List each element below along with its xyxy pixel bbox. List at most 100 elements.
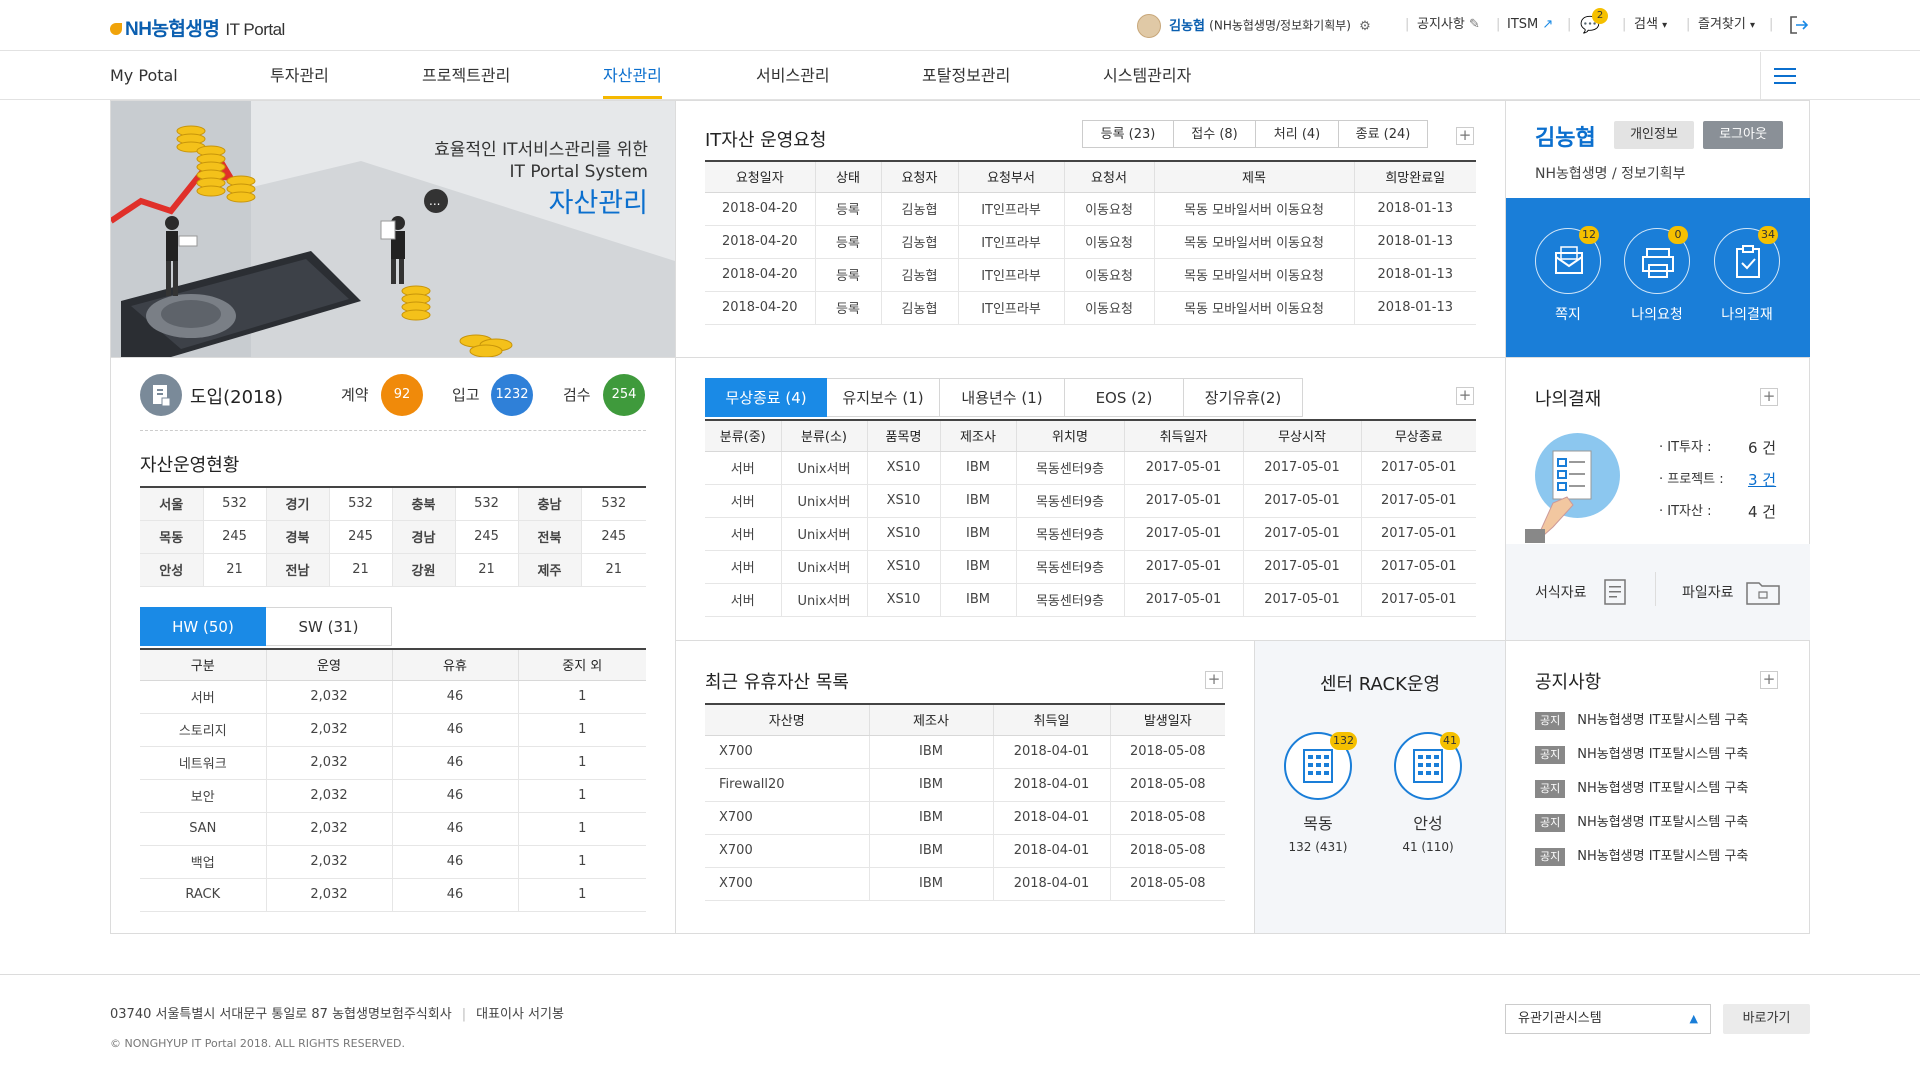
nav-project[interactable]: 프로젝트관리: [422, 52, 510, 100]
go-button[interactable]: 바로가기: [1723, 1004, 1810, 1034]
tab-eos[interactable]: EOS (2): [1065, 378, 1184, 417]
table-row[interactable]: X700 IBM 2018-04-01 2018-05-08: [705, 834, 1225, 868]
column-header: 제조사: [868, 704, 993, 736]
notice-link[interactable]: 공지사항 ✎: [1417, 14, 1480, 36]
column-header: 요청자: [880, 161, 958, 193]
file-docs-link[interactable]: 파일자료: [1682, 582, 1734, 602]
rack-anseong[interactable]: 41 안성 41 (110): [1394, 732, 1462, 854]
table-row[interactable]: 2018-04-20 등록 김농협 IT인프라부 이동요청 목동 모바일서버 이동요청 20…: [705, 225, 1476, 259]
table-row[interactable]: X700 IBM 2018-04-01 2018-05-08: [705, 735, 1225, 769]
tab-useful-life[interactable]: 내용년수 (1): [940, 378, 1065, 417]
notice-tag: 공지: [1535, 746, 1566, 764]
region-label: 충북: [391, 487, 455, 521]
shortcut-memo[interactable]: 12 쪽지: [1535, 226, 1605, 324]
table-cell: 김농협: [880, 192, 958, 226]
region-label: 전북: [517, 520, 581, 554]
file-docs-label: 파일자료: [1682, 585, 1734, 601]
rack-mokdong[interactable]: 132 목동 132 (431): [1284, 732, 1357, 854]
table-row[interactable]: 서버 Unix서버 XS10 IBM 목동센터9층 2017-05-01 2017-05-0…: [705, 550, 1476, 584]
message-button[interactable]: 💬 2: [1580, 8, 1608, 36]
stat-inspection[interactable]: 254: [603, 374, 645, 416]
tab-hw[interactable]: HW (50): [140, 607, 266, 646]
nav-portal-info[interactable]: 포탈정보관리: [922, 52, 1010, 100]
more-button[interactable]: +: [1456, 387, 1474, 405]
more-button[interactable]: +: [1205, 671, 1223, 689]
more-button[interactable]: +: [1760, 388, 1778, 406]
more-button[interactable]: +: [1456, 127, 1474, 145]
table-row[interactable]: SAN 2,032 46 1: [140, 812, 646, 846]
form-doc-icon[interactable]: [1601, 577, 1629, 611]
logout-button[interactable]: 로그아웃: [1703, 121, 1783, 149]
notice-item[interactable]: 공지 NH농협생명 IT포탈시스템 구축: [1535, 840, 1748, 874]
avatar: [1137, 14, 1161, 38]
tab-sw[interactable]: SW (31): [266, 607, 392, 646]
table-cell: IBM: [939, 484, 1016, 518]
table-row[interactable]: 서버 Unix서버 XS10 IBM 목동센터9층 2017-05-01 2017-05-0…: [705, 484, 1476, 518]
tab-long-idle[interactable]: 장기유휴(2): [1184, 378, 1303, 417]
nav-investment[interactable]: 투자관리: [270, 52, 329, 100]
notice-item[interactable]: 공지 NH농협생명 IT포탈시스템 구축: [1535, 772, 1748, 806]
table-row[interactable]: 서버 Unix서버 XS10 IBM 목동센터9층 2017-05-01 2017-05-0…: [705, 517, 1476, 551]
more-button[interactable]: +: [1760, 671, 1778, 689]
tab-maintenance[interactable]: 유지보수 (1): [827, 378, 940, 417]
table-cell: 이동요청: [1063, 192, 1154, 226]
table-row[interactable]: 서버 2,032 46 1: [140, 680, 646, 714]
notice-tag: 공지: [1535, 814, 1566, 832]
notice-item[interactable]: 공지 NH농협생명 IT포탈시스템 구축: [1535, 806, 1748, 840]
nav-system-admin[interactable]: 시스템관리자: [1103, 52, 1191, 100]
table-row[interactable]: 스토리지 2,032 46 1: [140, 713, 646, 747]
tab-warranty-end[interactable]: 무상종료 (4): [705, 378, 827, 417]
table-row[interactable]: 서버 Unix서버 XS10 IBM 목동센터9층 2017-05-01 2017-05-0…: [705, 451, 1476, 485]
personal-info-button[interactable]: 개인정보: [1614, 121, 1694, 149]
itsm-link[interactable]: ITSM ↗: [1507, 14, 1553, 36]
table-row[interactable]: X700 IBM 2018-04-01 2018-05-08: [705, 801, 1225, 835]
shortcut-my-request[interactable]: 0 나의요청: [1624, 226, 1694, 324]
table-cell: 1: [517, 845, 646, 879]
table-cell: 1: [517, 746, 646, 780]
table-row[interactable]: 백업 2,032 46 1: [140, 845, 646, 879]
notice-item[interactable]: 공지 NH농협생명 IT포탈시스템 구축: [1535, 738, 1748, 772]
search-menu[interactable]: 검색 ▾: [1634, 14, 1667, 36]
nav-my-portal[interactable]: My Potal: [110, 52, 178, 100]
form-docs-link[interactable]: 서식자료: [1535, 582, 1587, 602]
step-received[interactable]: 접수 (8): [1173, 120, 1256, 148]
step-closed[interactable]: 종료 (24): [1338, 120, 1428, 148]
table-row[interactable]: Firewall20 IBM 2018-04-01 2018-05-08: [705, 768, 1225, 802]
document-icon: [140, 374, 182, 416]
approval-count-investment[interactable]: 6 건: [1748, 432, 1776, 464]
table-row[interactable]: 2018-04-20 등록 김농협 IT인프라부 이동요청 목동 모바일서버 이동요청 20…: [705, 258, 1476, 292]
table-row[interactable]: 2018-04-20 등록 김농협 IT인프라부 이동요청 목동 모바일서버 이동요청 20…: [705, 192, 1476, 226]
stat-contract[interactable]: 92: [381, 374, 423, 416]
divider: |: [1567, 17, 1572, 32]
notice-item[interactable]: 공지 NH농협생명 IT포탈시스템 구축: [1535, 704, 1748, 738]
table-cell: X700: [705, 867, 869, 901]
step-processing[interactable]: 처리 (4): [1255, 120, 1339, 148]
table-row[interactable]: 보안 2,032 46 1: [140, 779, 646, 813]
table-row[interactable]: X700 IBM 2018-04-01 2018-05-08: [705, 867, 1225, 901]
logout-icon[interactable]: [1788, 14, 1810, 36]
shortcut-my-approval[interactable]: 34 나의결재: [1714, 226, 1784, 324]
stat-incoming[interactable]: 1232: [491, 374, 533, 416]
user-info[interactable]: 김농협 (NH농협생명/정보화기획부) ⚙: [1137, 14, 1371, 38]
table-cell: XS10: [866, 583, 940, 617]
favorites-menu[interactable]: 즐겨찾기 ▾: [1698, 14, 1755, 36]
menu-icon[interactable]: [1760, 52, 1808, 100]
table-row[interactable]: 서버 Unix서버 XS10 IBM 목동센터9층 2017-05-01 2017-05-0…: [705, 583, 1476, 617]
related-system-select[interactable]: 유관기관시스템 ▲: [1505, 1004, 1711, 1034]
table-row[interactable]: 2018-04-20 등록 김농협 IT인프라부 이동요청 목동 모바일서버 이동요청 20…: [705, 291, 1476, 325]
region-value: 245: [328, 520, 392, 554]
step-registered[interactable]: 등록 (23): [1082, 120, 1174, 148]
gear-icon[interactable]: ⚙: [1359, 19, 1371, 34]
nav-asset[interactable]: 자산관리: [603, 52, 662, 99]
approval-count-project[interactable]: 3 건: [1748, 464, 1776, 496]
approval-item-label: 프로젝트 :: [1667, 472, 1724, 487]
nav-service[interactable]: 서비스관리: [756, 52, 830, 100]
approval-count-asset[interactable]: 4 건: [1748, 496, 1776, 528]
table-row[interactable]: 네트워크 2,032 46 1: [140, 746, 646, 780]
table-cell: 2018-01-13: [1353, 258, 1476, 292]
folder-icon[interactable]: [1745, 577, 1781, 611]
divider: [110, 357, 1810, 358]
form-docs-label: 서식자료: [1535, 585, 1587, 601]
logo[interactable]: NH농협생명 IT Portal: [110, 14, 285, 41]
table-row[interactable]: RACK 2,032 46 1: [140, 878, 646, 912]
